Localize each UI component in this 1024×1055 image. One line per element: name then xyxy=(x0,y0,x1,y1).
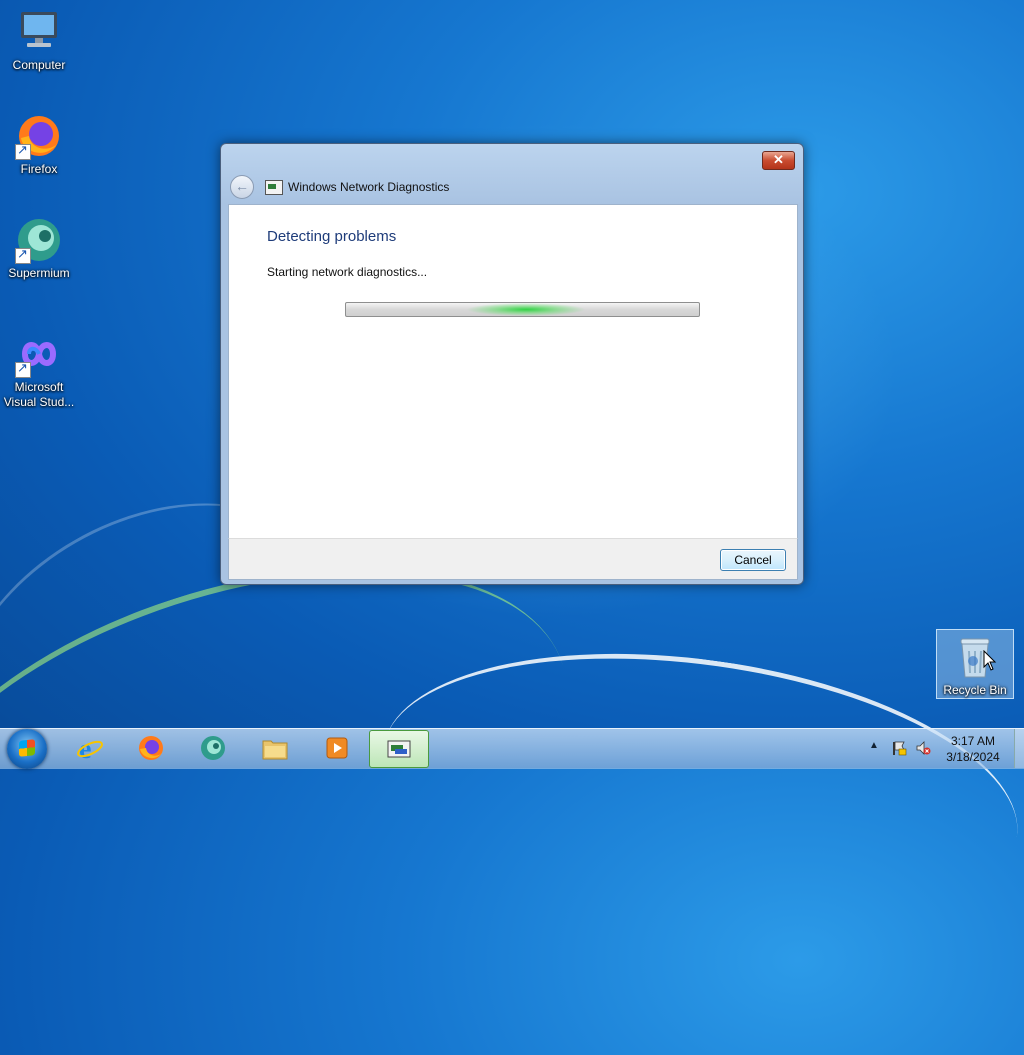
desktop-icon-label: Supermium xyxy=(8,266,70,280)
shortcut-arrow-icon xyxy=(15,246,31,264)
cancel-button[interactable]: Cancel xyxy=(720,549,786,571)
dialog-footer: Cancel xyxy=(228,538,798,580)
dialog-title: Windows Network Diagnostics xyxy=(288,180,450,194)
network-diagnostics-dialog: ✕ ← Windows Network Diagnostics Detectin… xyxy=(220,143,804,585)
taskbar-item-internet-explorer[interactable]: e xyxy=(61,730,119,768)
taskbar-item-firefox[interactable] xyxy=(122,730,180,768)
firefox-icon xyxy=(15,112,63,160)
shortcut-arrow-icon xyxy=(15,142,31,160)
desktop-icon-label: Recycle Bin xyxy=(943,683,1007,697)
computer-icon xyxy=(15,8,63,56)
show-hidden-icons-button[interactable]: ▲ xyxy=(869,740,879,751)
desktop-icon-label: Firefox xyxy=(20,162,58,176)
desktop-icon-recycle-bin[interactable]: Recycle Bin xyxy=(936,629,1014,699)
shortcut-arrow-icon xyxy=(15,360,31,378)
network-diagnostics-icon xyxy=(265,180,283,195)
supermium-icon xyxy=(15,216,63,264)
close-icon: ✕ xyxy=(773,152,784,167)
wallpaper-swoosh xyxy=(364,616,1024,969)
desktop-icon-supermium[interactable]: Supermium xyxy=(1,216,77,281)
desktop-icon-label: Computer xyxy=(12,58,66,72)
visual-studio-icon xyxy=(15,330,63,378)
show-desktop-button[interactable] xyxy=(1014,729,1024,768)
taskbar-item-supermium[interactable] xyxy=(184,730,242,768)
taskbar-item-network-diagnostics[interactable] xyxy=(369,730,429,768)
system-clock[interactable]: 3:17 AM 3/18/2024 xyxy=(940,733,1006,765)
network-diagnostics-icon xyxy=(387,740,411,758)
desktop-icon-computer[interactable]: Computer xyxy=(1,8,77,73)
desktop-icon-firefox[interactable]: Firefox xyxy=(1,112,77,177)
progress-marquee xyxy=(466,303,586,316)
firefox-icon xyxy=(139,736,163,760)
mouse-pointer-icon xyxy=(983,650,997,671)
close-button[interactable]: ✕ xyxy=(762,151,795,170)
clock-date: 3/18/2024 xyxy=(946,750,1000,764)
volume-muted-icon[interactable] xyxy=(915,740,931,756)
action-center-flag-icon[interactable] xyxy=(891,740,907,756)
internet-explorer-icon: e xyxy=(77,734,103,762)
media-player-icon xyxy=(326,737,348,759)
supermium-icon xyxy=(201,736,225,760)
progress-bar xyxy=(345,302,700,317)
taskbar-item-file-explorer[interactable] xyxy=(246,730,304,768)
page-heading: Detecting problems xyxy=(267,228,397,245)
desktop-icon-visual-studio[interactable]: Microsoft Visual Stud... xyxy=(1,330,77,410)
dialog-content: Detecting problems Starting network diag… xyxy=(228,204,798,540)
back-button[interactable]: ← xyxy=(230,175,254,199)
taskbar-item-media-player[interactable] xyxy=(308,730,366,768)
back-arrow-icon: ← xyxy=(235,178,249,194)
desktop-icon-label: Microsoft Visual Stud... xyxy=(3,380,75,409)
clock-time: 3:17 AM xyxy=(950,734,996,748)
start-button[interactable] xyxy=(7,729,47,769)
folder-icon xyxy=(262,740,288,760)
status-text: Starting network diagnostics... xyxy=(267,265,428,279)
